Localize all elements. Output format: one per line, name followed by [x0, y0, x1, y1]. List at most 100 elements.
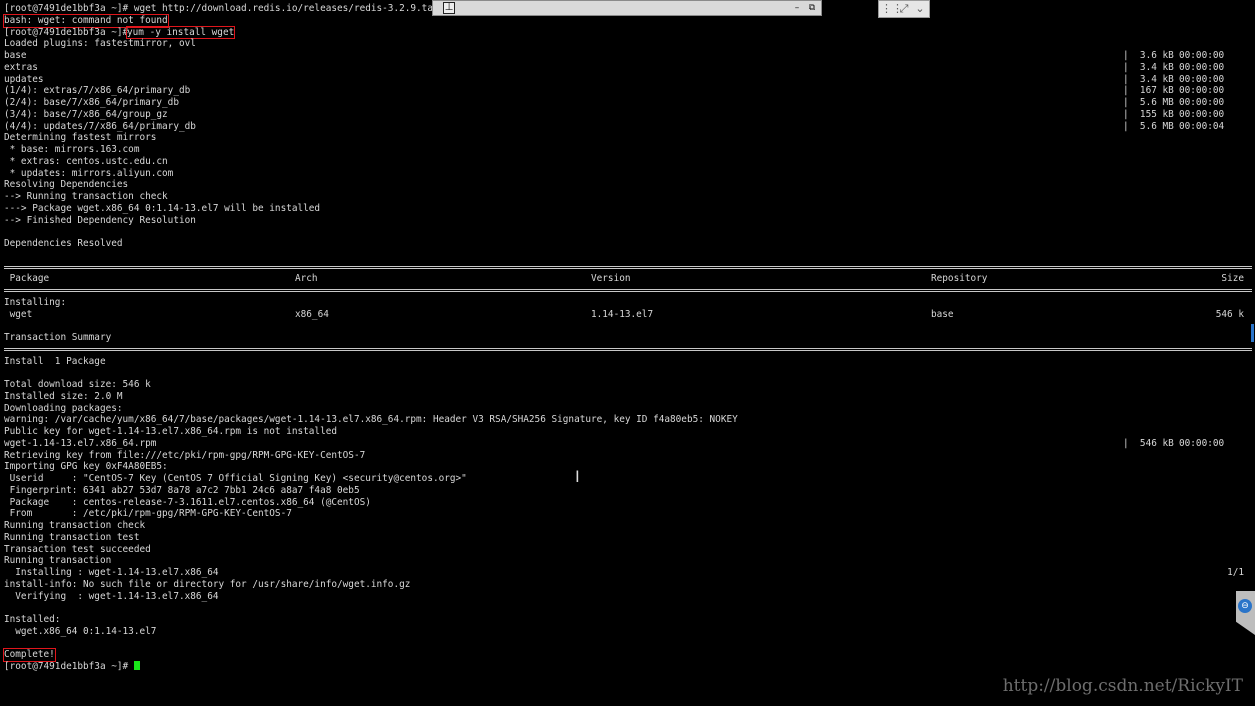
terminal-text: * updates: mirrors.aliyun.com — [4, 167, 174, 179]
terminal-line: (2/4): base/7/x86_64/primary_db | 5.6 MB 0… — [4, 97, 1252, 109]
terminal-line: [root@7491de1bbf3a ~]# yum -y install wg… — [4, 25, 1252, 40]
terminal-line: Installing : wget-1.14-13.el7.x86_64 1/1 — [4, 567, 1252, 579]
terminal-text: --> Finished Dependency Resolution — [4, 214, 196, 226]
chevron-down-icon[interactable]: ⌄ — [913, 3, 927, 15]
terminal-line: extras | 3.4 kB 00:00:00 — [4, 62, 1252, 74]
terminal-line: * extras: centos.ustc.edu.cn — [4, 156, 1252, 168]
terminal-line — [4, 262, 1252, 274]
scroll-marker[interactable] — [1251, 324, 1254, 342]
terminal-text: Running transaction check — [4, 520, 146, 531]
terminal-line: Retrieving key from file:///etc/pki/rpm-… — [4, 450, 1252, 462]
table-cell: Arch — [295, 273, 318, 285]
remote-session-bar: ⊥ – ⧉ — [432, 0, 822, 16]
transfer-time: 00:00:00 — [1179, 85, 1225, 97]
terminal-line: Userid : "CentOS-7 Key (CentOS 7 Officia… — [4, 473, 1252, 485]
terminal-text: (2/4): base/7/x86_64/primary_db — [4, 97, 179, 108]
terminal-text: Transaction test succeeded — [4, 543, 151, 555]
terminal-line: Dependencies Resolved — [4, 238, 1252, 250]
table-cell: Version — [591, 273, 631, 285]
table-cell: Size — [1221, 273, 1244, 285]
watermark: http://blog.csdn.net/RickyIT — [1002, 676, 1243, 696]
terminal-text: Userid : "CentOS-7 Key (CentOS 7 Officia… — [4, 473, 467, 484]
terminal-text: Installing : wget-1.14-13.el7.x86_64 — [4, 567, 219, 578]
table-cell: base — [931, 308, 954, 320]
chat-bubble-icon: ⊖ — [1238, 599, 1252, 613]
restore-button[interactable]: ⧉ — [806, 2, 818, 14]
terminal-line: Installed size: 2.0 M — [4, 391, 1252, 403]
terminal-line: updates | 3.4 kB 00:00:00 — [4, 74, 1252, 86]
minimize-button[interactable]: – — [791, 2, 803, 14]
transfer-time: 00:00:00 — [1179, 108, 1225, 120]
terminal-cursor — [133, 661, 140, 670]
terminal-line: --> Running transaction check — [4, 191, 1252, 203]
terminal-line: Loaded plugins: fastestmirror, ovl — [4, 38, 1252, 50]
terminal-text: Verifying : wget-1.14-13.el7.x86_64 — [4, 590, 219, 602]
transfer-size: | 3.4 kB — [1123, 73, 1174, 85]
terminal-text: Fingerprint: 6341 ab27 53d7 8a78 a7c2 7b… — [4, 484, 360, 496]
terminal-text: base — [4, 50, 27, 61]
terminal-text: Running transaction — [4, 555, 112, 567]
divider — [4, 265, 1252, 269]
terminal-output[interactable]: [root@7491de1bbf3a ~]# wget http://downl… — [3, 3, 1252, 673]
terminal-text: [root@7491de1bbf3a ~]# wget http://downl… — [4, 3, 445, 14]
terminal-line: Determining fastest mirrors — [4, 132, 1252, 144]
shell-prompt: [root@7491de1bbf3a ~]# — [4, 661, 134, 672]
terminal-text: * extras: centos.ustc.edu.cn — [4, 155, 168, 167]
terminal-line: ---> Package wget.x86_64 0:1.14-13.el7 w… — [4, 203, 1252, 215]
terminal-text: Installed size: 2.0 M — [4, 390, 123, 402]
terminal-text: wget.x86_64 0:1.14-13.el7 — [4, 625, 157, 637]
highlighted-text: Complete! — [3, 648, 56, 662]
table-cell: x86_64 — [295, 308, 329, 320]
terminal-text: (3/4): base/7/x86_64/group_gz — [4, 108, 168, 120]
terminal-text: Transaction Summary — [4, 332, 112, 343]
terminal-line: Verifying : wget-1.14-13.el7.x86_641 — [4, 591, 1252, 603]
transfer-time: 00:00:00 — [1179, 97, 1225, 108]
terminal-line: Public key for wget-1.14-13.el7.x86_64.r… — [4, 426, 1252, 438]
terminal-text: Running transaction test — [4, 531, 140, 543]
terminal-text: extras — [4, 61, 38, 73]
table-cell: 546 k — [1215, 308, 1244, 320]
terminal-line — [4, 344, 1252, 356]
terminal-line: Resolving Dependencies — [4, 179, 1252, 191]
terminal-text: Package : centos-release-7-3.1611.el7.ce… — [4, 496, 371, 508]
terminal-line: Transaction test succeeded — [4, 544, 1252, 556]
terminal-line: warning: /var/cache/yum/x86_64/7/base/pa… — [4, 414, 1252, 426]
highlighted-text: bash: wget: command not found — [3, 13, 169, 28]
terminal-line: Installing: — [4, 297, 1252, 309]
transfer-size: | 155 kB — [1123, 108, 1174, 120]
pin-icon[interactable]: ⊥ — [443, 2, 455, 14]
terminal-line: install-info: No such file or directory … — [4, 579, 1252, 591]
terminal-text: Installed: — [4, 614, 61, 625]
highlighted-command: yum -y install wget — [125, 25, 236, 40]
terminal-text: ---> Package wget.x86_64 0:1.14-13.el7 w… — [4, 202, 321, 214]
terminal-line: From : /etc/pki/rpm-gpg/RPM-GPG-KEY-Cent… — [4, 508, 1252, 520]
terminal-line: (1/4): extras/7/x86_64/primary_db | 167 k… — [4, 85, 1252, 97]
table-row: Package Arch Version Repository Size — [4, 273, 1252, 285]
divider — [4, 347, 1252, 351]
terminal-text: Importing GPG key 0xF4A80EB5: — [4, 461, 168, 473]
terminal-text: Public key for wget-1.14-13.el7.x86_64.r… — [4, 426, 338, 437]
table-cell: wget — [4, 308, 33, 320]
transfer-size: | 3.4 kB — [1123, 61, 1174, 73]
terminal-line: Installed: — [4, 614, 1252, 626]
fullscreen-icon[interactable]: ⤢ — [897, 3, 911, 15]
terminal-line: Running transaction — [4, 555, 1252, 567]
terminal-line: Fingerprint: 6341 ab27 53d7 8a78 a7c2 7b… — [4, 485, 1252, 497]
terminal-line: bash: wget: command not found — [3, 13, 1252, 28]
terminal-line: (4/4): updates/7/x86_64/primary_db | 5.6 … — [4, 121, 1252, 133]
terminal-line — [4, 285, 1252, 297]
grid-icon[interactable]: ⋮⋮ — [881, 3, 903, 15]
text-cursor-icon: I — [575, 467, 580, 486]
terminal-text: Install 1 Package — [4, 355, 106, 367]
terminal-line: Running transaction check — [4, 520, 1252, 532]
transfer-size: | 3.6 kB — [1123, 50, 1174, 61]
terminal-line: Transaction Summary — [4, 332, 1252, 344]
terminal-text: --> Running transaction check — [4, 191, 168, 202]
terminal-line: * updates: mirrors.aliyun.com — [4, 168, 1252, 180]
terminal-text: Resolving Dependencies — [4, 179, 129, 191]
terminal-line: Package : centos-release-7-3.1611.el7.ce… — [4, 497, 1252, 509]
